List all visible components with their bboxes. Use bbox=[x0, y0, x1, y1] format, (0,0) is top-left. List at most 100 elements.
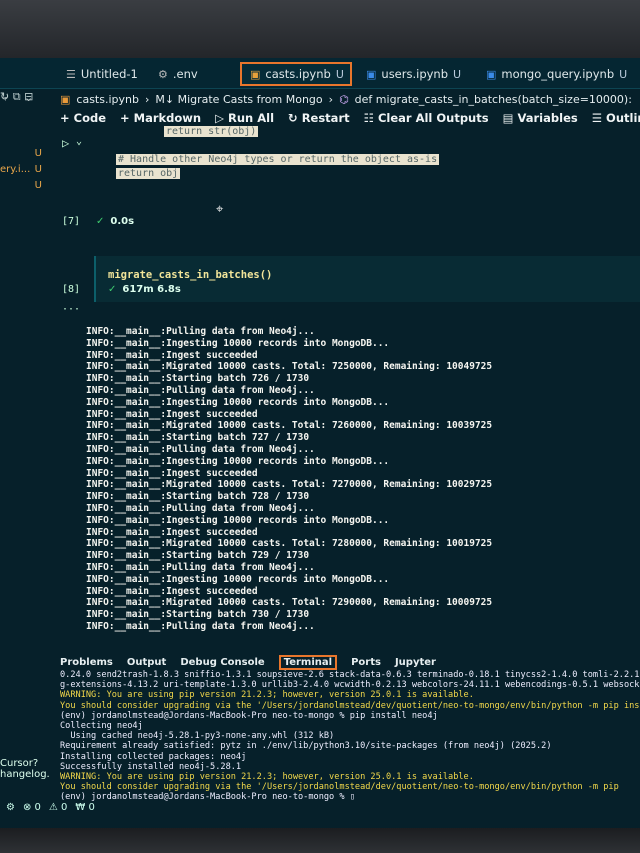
file-item[interactable]: U bbox=[0, 180, 48, 196]
run-cell-button[interactable]: ▷ bbox=[62, 136, 69, 150]
notice-subtitle: hangelog. bbox=[0, 769, 50, 780]
tab-mongo-query-ipynb[interactable]: ▣ mongo_query.ipynb U bbox=[478, 62, 640, 86]
tab-label: Untitled-1 bbox=[80, 67, 138, 81]
tab-untitled-1[interactable]: ☰ Untitled-1 bbox=[58, 62, 150, 86]
output-line: INFO:__main__:Ingest succeeded bbox=[86, 585, 258, 597]
clear-icon: ☷ bbox=[363, 111, 374, 125]
tab-output[interactable]: Output bbox=[127, 657, 166, 668]
collapse-icon[interactable]: ⊟ bbox=[24, 90, 33, 103]
breadcrumb-item[interactable]: M↓ Migrate Casts from Mongo bbox=[155, 93, 322, 106]
output-line: INFO:__main__:Ingesting 10000 records in… bbox=[86, 396, 390, 408]
explorer-toolbar-icons: ↻ ⧉ ⊟ bbox=[0, 90, 33, 104]
output-line: INFO:__main__:Starting batch 730 / 1730 bbox=[86, 609, 310, 621]
breadcrumb-item[interactable]: def migrate_casts_in_batches(batch_size=… bbox=[355, 93, 632, 106]
untracked-badge: U bbox=[34, 148, 42, 159]
file-item[interactable]: ery.i... U bbox=[0, 164, 48, 180]
output-line: INFO:__main__:Pulling data from Neo4j... bbox=[86, 384, 315, 396]
restart-button[interactable]: ↻ Restart bbox=[288, 111, 350, 125]
code-text: # Handle other Neo4j types or return the… bbox=[116, 154, 440, 165]
gear-icon: ⚙ bbox=[158, 67, 168, 81]
output-line: INFO:__main__:Starting batch 729 / 1730 bbox=[86, 550, 310, 562]
output-line: INFO:__main__:Migrated 10000 casts. Tota… bbox=[86, 479, 493, 491]
output-line: INFO:__main__:Ingest succeeded bbox=[86, 526, 258, 538]
cell-output: INFO:__main__:Pulling data from Neo4j...… bbox=[86, 326, 640, 656]
notebook-icon: ▣ bbox=[366, 67, 377, 81]
new-file-icon[interactable]: ⧉ bbox=[13, 90, 21, 103]
add-code-cell-button[interactable]: + Code bbox=[60, 111, 106, 125]
outline-button[interactable]: ☰ Outline bbox=[592, 111, 640, 125]
code-text: migrate_casts_in_batches() bbox=[108, 269, 273, 281]
gear-icon[interactable]: ⚙ bbox=[6, 802, 15, 813]
vscode-window: ☰ Untitled-1 ⚙ .env ▣ casts.ipynb U ▣ us… bbox=[0, 58, 640, 828]
output-line: INFO:__main__:Starting batch 726 / 1730 bbox=[86, 373, 310, 385]
tab-label: casts.ipynb bbox=[265, 67, 331, 81]
code-line: return str(obj) bbox=[96, 126, 640, 140]
cursor-notice: Cursor? hangelog. bbox=[0, 758, 55, 780]
breadcrumb-item[interactable]: casts.ipynb bbox=[76, 93, 139, 106]
untracked-badge: U bbox=[453, 67, 462, 81]
outline-label: Outline bbox=[606, 111, 640, 125]
output-line: INFO:__main__:Ingesting 10000 records in… bbox=[86, 455, 390, 467]
ports-count[interactable]: ₩ 0 bbox=[75, 802, 94, 813]
tab-label: mongo_query.ipynb bbox=[501, 67, 615, 81]
notebook-icon: ▣ bbox=[60, 92, 71, 106]
output-actions-icon[interactable]: ··· bbox=[62, 304, 80, 315]
output-line: INFO:__main__:Migrated 10000 casts. Tota… bbox=[86, 420, 493, 432]
terminal-line: (env) jordanolmstead@Jordans-MacBook-Pro… bbox=[60, 710, 438, 721]
code-cell[interactable]: return str(obj) # Handle other Neo4j typ… bbox=[96, 126, 640, 256]
code-text: return obj bbox=[116, 168, 181, 179]
terminal-line: Using cached neo4j-5.28.1-py3-none-any.w… bbox=[60, 731, 335, 742]
tab-casts-ipynb[interactable]: ▣ casts.ipynb U bbox=[240, 62, 352, 86]
tab-jupyter[interactable]: Jupyter bbox=[395, 657, 436, 668]
terminal-line: WARNING: You are using pip version 21.2.… bbox=[60, 690, 474, 701]
check-icon: ✓ bbox=[96, 216, 105, 227]
explorer-file-list: U ery.i... U U bbox=[0, 148, 48, 196]
refresh-icon[interactable]: ↻ bbox=[0, 90, 9, 103]
chevron-down-icon[interactable]: ⌄ bbox=[76, 136, 82, 147]
output-line: INFO:__main__:Pulling data from Neo4j... bbox=[86, 443, 315, 455]
code-line: # Handle other Neo4j types or return the… bbox=[96, 154, 640, 168]
breadcrumb: ▣ casts.ipynb › M↓ Migrate Casts from Mo… bbox=[60, 90, 632, 108]
untracked-badge: U bbox=[34, 164, 42, 175]
panel-tab-bar: Problems Output Debug Console Terminal P… bbox=[60, 652, 640, 672]
error-count[interactable]: ⊗ 0 bbox=[23, 802, 41, 813]
output-line: INFO:__main__:Ingest succeeded bbox=[86, 349, 258, 361]
restart-icon: ↻ bbox=[288, 111, 298, 125]
terminal-line: 0.24.0 send2trash-1.8.3 sniffio-1.3.1 so… bbox=[60, 670, 640, 680]
tab-problems[interactable]: Problems bbox=[60, 657, 113, 668]
output-line: INFO:__main__:Pulling data from Neo4j... bbox=[86, 502, 315, 514]
tab-env[interactable]: ⚙ .env bbox=[150, 62, 238, 86]
clear-outputs-button[interactable]: ☷ Clear All Outputs bbox=[364, 111, 489, 125]
code-cell[interactable]: migrate_casts_in_batches() bbox=[94, 256, 640, 302]
tab-users-ipynb[interactable]: ▣ users.ipynb U bbox=[358, 62, 468, 86]
output-line: INFO:__main__:Migrated 10000 casts. Tota… bbox=[86, 597, 493, 609]
warning-count[interactable]: ⚠ 0 bbox=[49, 802, 68, 813]
status-bar: ⚙ ⊗ 0 ⚠ 0 ₩ 0 bbox=[0, 798, 640, 816]
add-markdown-cell-button[interactable]: + Markdown bbox=[120, 111, 201, 125]
terminal-line: Collecting neo4j bbox=[60, 720, 143, 731]
code-line: return obj bbox=[96, 168, 640, 182]
terminal-line: Installing collected packages: neo4j bbox=[60, 751, 247, 762]
tab-debug-console[interactable]: Debug Console bbox=[180, 657, 264, 668]
terminal-line: You should consider upgrading via the '/… bbox=[60, 700, 640, 711]
check-icon: ✓ bbox=[108, 284, 117, 295]
execution-time: 617m 6.8s bbox=[122, 284, 181, 295]
code-text: return str(obj) bbox=[164, 126, 259, 137]
output-line: INFO:__main__:Pulling data from Neo4j... bbox=[86, 620, 315, 632]
function-icon: ⌬ bbox=[339, 92, 349, 106]
terminal-line: Successfully installed neo4j-5.28.1 bbox=[60, 761, 242, 772]
output-line: INFO:__main__:Ingest succeeded bbox=[86, 408, 258, 420]
output-line: INFO:__main__:Pulling data from Neo4j... bbox=[86, 326, 315, 337]
file-item[interactable]: U bbox=[0, 148, 48, 164]
tab-terminal[interactable]: Terminal bbox=[278, 654, 338, 670]
untracked-badge: U bbox=[34, 180, 42, 191]
variables-label: Variables bbox=[517, 111, 578, 125]
mouse-cursor-icon: ⌖ bbox=[216, 202, 224, 217]
untracked-badge: U bbox=[335, 67, 344, 81]
tab-ports[interactable]: Ports bbox=[351, 657, 381, 668]
output-line: INFO:__main__:Ingest succeeded bbox=[86, 467, 258, 479]
run-all-button[interactable]: ▷ Run All bbox=[215, 111, 274, 125]
execution-count: [7] bbox=[62, 216, 81, 227]
variables-button[interactable]: ▤ Variables bbox=[503, 111, 578, 125]
